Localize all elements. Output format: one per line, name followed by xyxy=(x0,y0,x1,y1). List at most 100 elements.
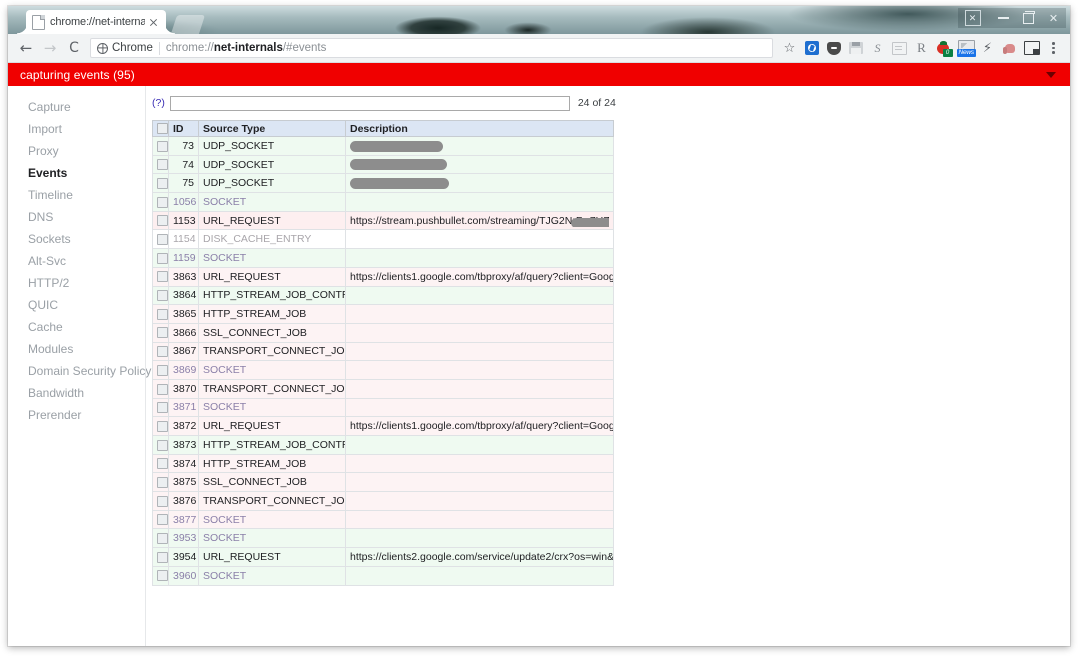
sidebar-item-sockets[interactable]: Sockets xyxy=(8,228,145,250)
table-row[interactable]: 3872URL_REQUESThttps://clients1.google.c… xyxy=(153,417,614,436)
sidebar-item-capture[interactable]: Capture xyxy=(8,96,145,118)
extension-r-icon[interactable]: R xyxy=(911,38,932,59)
table-row[interactable]: 3866SSL_CONNECT_JOB xyxy=(153,323,614,342)
row-select-cell[interactable] xyxy=(153,155,169,174)
close-icon[interactable] xyxy=(147,16,160,29)
row-select-cell[interactable] xyxy=(153,417,169,436)
row-checkbox[interactable] xyxy=(157,271,168,282)
table-row[interactable]: 3864HTTP_STREAM_JOB_CONTROLLER xyxy=(153,286,614,305)
row-checkbox[interactable] xyxy=(157,159,168,170)
sidebar-item-import[interactable]: Import xyxy=(8,118,145,140)
row-select-cell[interactable] xyxy=(153,510,169,529)
row-select-cell[interactable] xyxy=(153,361,169,380)
table-row[interactable]: 1159SOCKET xyxy=(153,249,614,268)
row-checkbox[interactable] xyxy=(157,327,168,338)
table-row[interactable]: 74UDP_SOCKET xyxy=(153,155,614,174)
column-header-source-type[interactable]: Source Type xyxy=(199,121,346,137)
row-select-cell[interactable] xyxy=(153,473,169,492)
reload-button[interactable]: C xyxy=(62,36,86,60)
table-row[interactable]: 3865HTTP_STREAM_JOB xyxy=(153,305,614,324)
column-header-id[interactable]: ID xyxy=(169,121,199,137)
table-row[interactable]: 3877SOCKET xyxy=(153,510,614,529)
sidebar-item-timeline[interactable]: Timeline xyxy=(8,184,145,206)
table-row[interactable]: 3870TRANSPORT_CONNECT_JOB xyxy=(153,379,614,398)
back-button[interactable]: ← xyxy=(14,36,38,60)
row-checkbox[interactable] xyxy=(157,402,168,413)
row-select-cell[interactable] xyxy=(153,548,169,567)
table-row[interactable]: 3953SOCKET xyxy=(153,529,614,548)
extension-shield-icon[interactable] xyxy=(823,38,844,59)
sidebar-item-proxy[interactable]: Proxy xyxy=(8,140,145,162)
row-select-cell[interactable] xyxy=(153,193,169,212)
chevron-down-icon[interactable] xyxy=(1046,72,1056,78)
address-bar[interactable]: Chrome chrome://net-internals/#events xyxy=(90,38,773,58)
row-checkbox[interactable] xyxy=(157,533,168,544)
row-select-cell[interactable] xyxy=(153,323,169,342)
sidebar-item-http-2[interactable]: HTTP/2 xyxy=(8,272,145,294)
row-select-cell[interactable] xyxy=(153,454,169,473)
extension-tomato-icon[interactable]: 0 xyxy=(933,38,954,59)
close-button[interactable]: ✕ xyxy=(1041,8,1066,28)
extension-blue-icon[interactable] xyxy=(801,38,822,59)
row-select-cell[interactable] xyxy=(153,436,169,455)
sidebar-item-cache[interactable]: Cache xyxy=(8,316,145,338)
extension-box-icon[interactable] xyxy=(889,38,910,59)
sidebar-item-quic[interactable]: QUIC xyxy=(8,294,145,316)
minimize-button[interactable] xyxy=(991,8,1016,28)
row-select-cell[interactable] xyxy=(153,492,169,511)
sidebar-item-prerender[interactable]: Prerender xyxy=(8,404,145,426)
row-checkbox[interactable] xyxy=(157,346,168,357)
row-checkbox[interactable] xyxy=(157,458,168,469)
restore-button[interactable] xyxy=(1016,8,1041,28)
row-checkbox[interactable] xyxy=(157,440,168,451)
forward-button[interactable]: → xyxy=(38,36,62,60)
row-select-cell[interactable] xyxy=(153,286,169,305)
select-all-checkbox[interactable] xyxy=(157,123,168,134)
extension-news-icon[interactable]: News xyxy=(955,38,976,59)
row-checkbox[interactable] xyxy=(157,309,168,320)
table-row[interactable]: 3875SSL_CONNECT_JOB xyxy=(153,473,614,492)
row-checkbox[interactable] xyxy=(157,552,168,563)
extension-picture-in-picture-icon[interactable] xyxy=(1021,38,1042,59)
table-row[interactable]: 3871SOCKET xyxy=(153,398,614,417)
extension-s-icon[interactable]: S xyxy=(867,38,888,59)
table-row[interactable]: 73UDP_SOCKET xyxy=(153,137,614,156)
filter-input[interactable] xyxy=(170,96,570,111)
row-checkbox[interactable] xyxy=(157,514,168,525)
table-row[interactable]: 3873HTTP_STREAM_JOB_CONTROLLER xyxy=(153,436,614,455)
sidebar-item-alt-svc[interactable]: Alt-Svc xyxy=(8,250,145,272)
row-select-cell[interactable] xyxy=(153,379,169,398)
sidebar-item-modules[interactable]: Modules xyxy=(8,338,145,360)
row-checkbox[interactable] xyxy=(157,496,168,507)
table-row[interactable]: 3874HTTP_STREAM_JOB xyxy=(153,454,614,473)
table-row[interactable]: 75UDP_SOCKET xyxy=(153,174,614,193)
table-row[interactable]: 3960SOCKET xyxy=(153,566,614,585)
row-checkbox[interactable] xyxy=(157,234,168,245)
row-select-cell[interactable] xyxy=(153,398,169,417)
row-checkbox[interactable] xyxy=(157,178,168,189)
row-select-cell[interactable] xyxy=(153,305,169,324)
table-row[interactable]: 1154DISK_CACHE_ENTRY xyxy=(153,230,614,249)
row-select-cell[interactable] xyxy=(153,211,169,230)
table-row[interactable]: 3876TRANSPORT_CONNECT_JOB xyxy=(153,492,614,511)
row-checkbox[interactable] xyxy=(157,365,168,376)
column-header-description[interactable]: Description xyxy=(346,121,614,137)
row-checkbox[interactable] xyxy=(157,197,168,208)
row-select-cell[interactable] xyxy=(153,267,169,286)
browser-tab[interactable]: chrome://net-internals xyxy=(26,10,166,34)
row-select-cell[interactable] xyxy=(153,137,169,156)
bookmark-star-icon[interactable]: ☆ xyxy=(779,38,800,59)
site-identity-chip[interactable]: Chrome xyxy=(97,42,159,54)
row-checkbox[interactable] xyxy=(157,570,168,581)
sidebar-item-domain-security-policy[interactable]: Domain Security Policy xyxy=(8,360,145,382)
row-checkbox[interactable] xyxy=(157,421,168,432)
row-checkbox[interactable] xyxy=(157,477,168,488)
sidebar-item-events[interactable]: Events xyxy=(8,162,145,184)
row-select-cell[interactable] xyxy=(153,249,169,268)
row-select-cell[interactable] xyxy=(153,174,169,193)
table-row[interactable]: 1153URL_REQUESThttps://stream.pushbullet… xyxy=(153,211,614,230)
row-checkbox[interactable] xyxy=(157,141,168,152)
extension-bolt-icon[interactable]: ⚡ xyxy=(977,38,998,59)
row-select-cell[interactable] xyxy=(153,529,169,548)
row-checkbox[interactable] xyxy=(157,290,168,301)
